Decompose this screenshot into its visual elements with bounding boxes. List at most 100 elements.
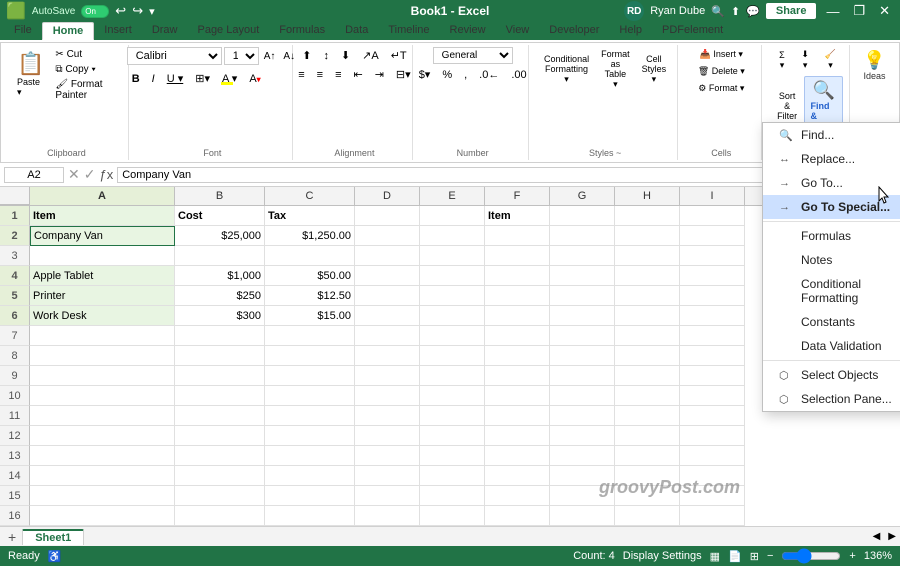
tab-help[interactable]: Help: [609, 22, 652, 40]
tab-data[interactable]: Data: [335, 22, 378, 40]
col-header-h[interactable]: H: [615, 187, 680, 205]
cell-c3[interactable]: [265, 246, 355, 266]
insert-function-icon[interactable]: ƒx: [99, 167, 113, 182]
dropdown-item-replace[interactable]: ↔ Replace...: [763, 147, 900, 171]
add-sheet-button[interactable]: +: [4, 529, 20, 545]
row-num-2[interactable]: 2: [0, 226, 30, 246]
share-button[interactable]: Share: [766, 3, 817, 19]
row-num-13[interactable]: 13: [0, 446, 30, 466]
conditional-formatting-button[interactable]: ConditionalFormatting ▾: [539, 47, 594, 92]
cell-d3[interactable]: [355, 246, 420, 266]
row-num-9[interactable]: 9: [0, 366, 30, 386]
cell-i4[interactable]: [680, 266, 745, 286]
undo-icon[interactable]: ↩: [115, 3, 126, 19]
col-header-d[interactable]: D: [355, 187, 420, 205]
zoom-level[interactable]: 136%: [864, 550, 892, 562]
cell-h4[interactable]: [615, 266, 680, 286]
accessibility-icon[interactable]: ♿: [48, 550, 62, 563]
insert-button[interactable]: 📥 Insert ▾: [693, 47, 750, 62]
comma-button[interactable]: ,: [459, 66, 472, 83]
cell-d1[interactable]: [355, 206, 420, 226]
cell-h5[interactable]: [615, 286, 680, 306]
cell-h2[interactable]: [615, 226, 680, 246]
cell-a3[interactable]: [30, 246, 175, 266]
cell-d4[interactable]: [355, 266, 420, 286]
cell-e4[interactable]: [420, 266, 485, 286]
ideas-button[interactable]: 💡 Ideas: [857, 47, 891, 84]
tab-review[interactable]: Review: [440, 22, 496, 40]
increase-font-icon[interactable]: A↑: [261, 50, 279, 63]
clear-button[interactable]: 🧹 ▾: [818, 47, 843, 73]
layout-normal-icon[interactable]: ▦: [710, 550, 720, 563]
cell-g3[interactable]: [550, 246, 615, 266]
col-header-i[interactable]: I: [680, 187, 745, 205]
cell-c2[interactable]: $1,250.00: [265, 226, 355, 246]
cell-c6[interactable]: $15.00: [265, 306, 355, 326]
row-num-16[interactable]: 16: [0, 506, 30, 526]
dropdown-item-goto[interactable]: → Go To...: [763, 171, 900, 195]
tab-timeline[interactable]: Timeline: [378, 22, 439, 40]
paste-button[interactable]: 📋 Paste ▾: [11, 47, 50, 102]
cell-a4[interactable]: Apple Tablet: [30, 266, 175, 286]
cell-f6[interactable]: [485, 306, 550, 326]
cell-a6[interactable]: Work Desk: [30, 306, 175, 326]
align-center-button[interactable]: ≡: [312, 66, 328, 83]
cell-h1[interactable]: [615, 206, 680, 226]
search-icon[interactable]: 🔍: [711, 5, 725, 18]
row-num-6[interactable]: 6: [0, 306, 30, 326]
accounting-button[interactable]: $▾: [414, 66, 436, 83]
dropdown-item-data-validation[interactable]: Data Validation: [763, 334, 900, 358]
cell-c5[interactable]: $12.50: [265, 286, 355, 306]
underline-button[interactable]: U ▾: [162, 70, 189, 87]
autosave-toggle[interactable]: [81, 5, 109, 18]
row-num-10[interactable]: 10: [0, 386, 30, 406]
ribbon-toggle-icon[interactable]: ⬆: [731, 5, 740, 18]
format-painter-button[interactable]: 🖌 Format Painter: [52, 78, 121, 102]
cell-c1[interactable]: Tax: [265, 206, 355, 226]
bold-button[interactable]: B: [127, 71, 145, 87]
tab-insert[interactable]: Insert: [94, 22, 142, 40]
cell-e3[interactable]: [420, 246, 485, 266]
format-as-table-button[interactable]: Format asTable ▾: [596, 47, 635, 92]
quick-access-icon[interactable]: ▾: [149, 5, 155, 18]
dropdown-item-notes[interactable]: Notes: [763, 248, 900, 272]
wrap-text-button[interactable]: ↵T: [386, 47, 412, 64]
tab-view[interactable]: View: [496, 22, 540, 40]
zoom-out-icon[interactable]: −: [767, 550, 773, 562]
cell-b3[interactable]: [175, 246, 265, 266]
cell-i6[interactable]: [680, 306, 745, 326]
border-button[interactable]: ⊞▾: [190, 70, 215, 87]
row-num-3[interactable]: 3: [0, 246, 30, 266]
tab-formulas[interactable]: Formulas: [269, 22, 335, 40]
merge-center-button[interactable]: ⊟▾: [391, 66, 416, 83]
cell-styles-button[interactable]: CellStyles ▾: [637, 47, 672, 92]
italic-button[interactable]: I: [147, 71, 160, 87]
cell-b6[interactable]: $300: [175, 306, 265, 326]
row-num-1[interactable]: 1: [0, 206, 30, 226]
decrease-indent-button[interactable]: ⇤: [348, 66, 367, 83]
delete-button[interactable]: 🗑 Delete ▾: [693, 64, 750, 79]
layout-page-icon[interactable]: 📄: [728, 550, 742, 563]
cell-i3[interactable]: [680, 246, 745, 266]
fill-color-button[interactable]: A ▾: [217, 70, 242, 87]
restore-button[interactable]: ❐: [849, 3, 869, 19]
cell-f1[interactable]: Item: [485, 206, 550, 226]
col-header-g[interactable]: G: [550, 187, 615, 205]
cell-f5[interactable]: [485, 286, 550, 306]
close-button[interactable]: ✕: [875, 3, 894, 19]
cell-g4[interactable]: [550, 266, 615, 286]
row-num-7[interactable]: 7: [0, 326, 30, 346]
scroll-right-icon[interactable]: ▶: [888, 531, 896, 542]
row-num-14[interactable]: 14: [0, 466, 30, 486]
orientation-button[interactable]: ↗A: [357, 47, 384, 64]
col-header-c[interactable]: C: [265, 187, 355, 205]
dropdown-item-select-objects[interactable]: ⬡ Select Objects: [763, 363, 900, 387]
sheet-tab-sheet1[interactable]: Sheet1: [22, 529, 84, 545]
display-settings-label[interactable]: Display Settings: [623, 550, 702, 562]
cell-e5[interactable]: [420, 286, 485, 306]
dropdown-item-constants[interactable]: Constants: [763, 310, 900, 334]
cell-b5[interactable]: $250: [175, 286, 265, 306]
cell-e1[interactable]: [420, 206, 485, 226]
tab-home[interactable]: Home: [42, 22, 95, 40]
cell-d5[interactable]: [355, 286, 420, 306]
